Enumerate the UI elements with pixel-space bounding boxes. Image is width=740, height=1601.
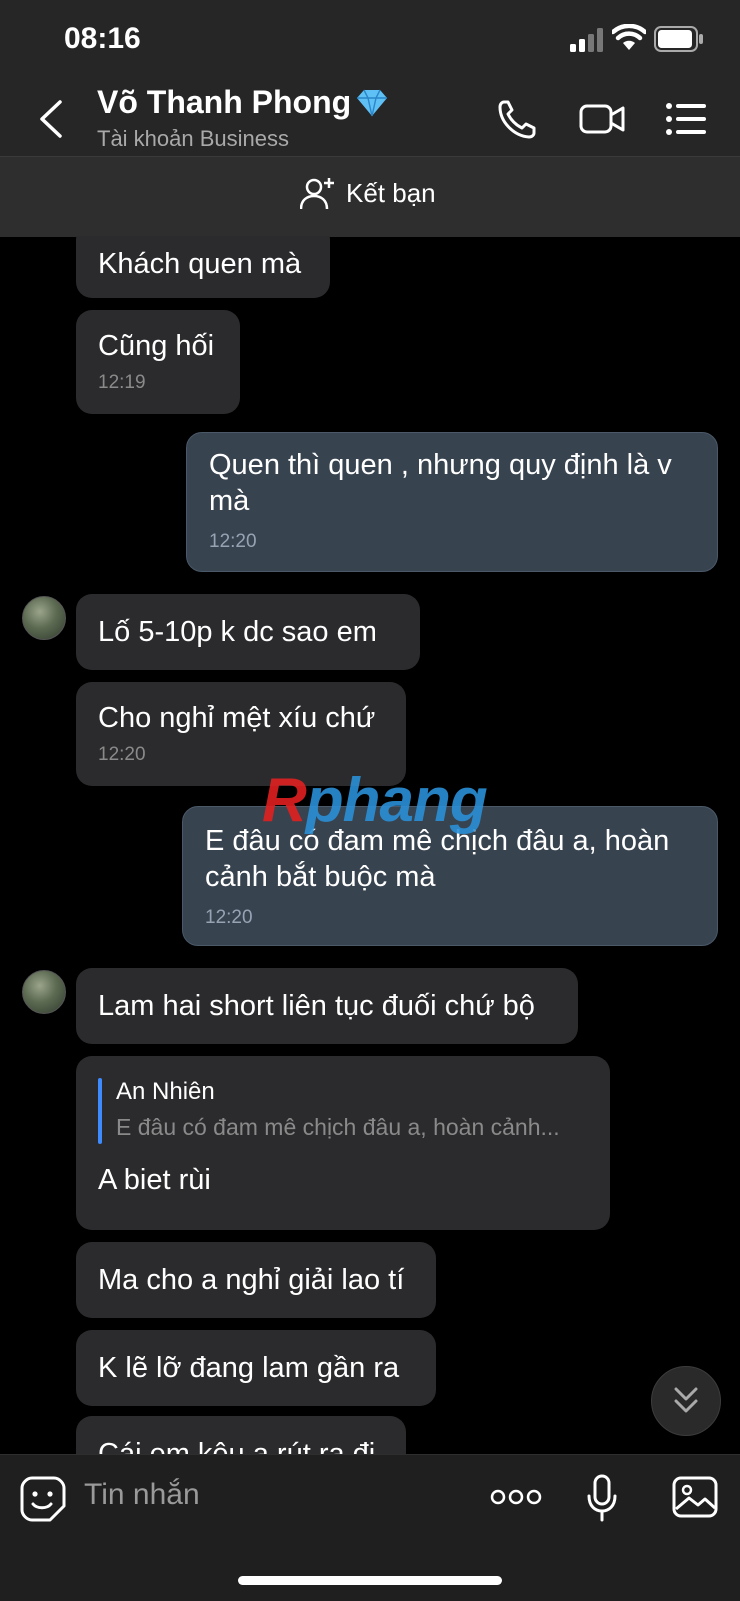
message-bubble[interactable]: Lam hai short liên tục đuối chứ bộ xyxy=(76,968,578,1044)
watermark-logo: Rphang xyxy=(262,766,488,835)
quote-bar xyxy=(98,1078,102,1144)
message-text: Khách quen mà xyxy=(98,248,302,280)
wifi-icon xyxy=(612,24,646,50)
microphone-icon[interactable] xyxy=(586,1474,618,1522)
message-bubble[interactable]: Cũng hối 12:19 xyxy=(76,310,240,414)
more-dots-icon[interactable] xyxy=(490,1486,542,1508)
quoted-sender: An Nhiên xyxy=(116,1078,215,1105)
contact-name[interactable]: Võ Thanh Phong xyxy=(97,84,389,121)
cellular-signal-icon xyxy=(570,28,603,52)
add-user-icon xyxy=(300,178,334,210)
message-text: Quen thì quen , nhưng quy định là v mà xyxy=(209,449,672,517)
emoji-sticker-icon[interactable] xyxy=(20,1476,66,1522)
account-type-label: Tài khoản Business xyxy=(97,126,289,151)
message-text: Ma cho a nghỉ giải lao tí xyxy=(98,1264,405,1296)
message-text: K lẽ lỡ đang lam gần ra xyxy=(98,1352,400,1384)
home-indicator xyxy=(238,1576,502,1585)
avatar[interactable] xyxy=(22,596,66,640)
message-text: Lố 5-10p k dc sao em xyxy=(98,616,377,648)
message-text: Cũng hối xyxy=(98,330,215,362)
message-text: Lam hai short liên tục đuối chứ bộ xyxy=(98,990,535,1022)
message-bubble[interactable]: Ma cho a nghỉ giải lao tí xyxy=(76,1242,436,1318)
double-chevron-down-icon[interactable] xyxy=(651,1366,721,1436)
quoted-text: E đâu có đam mê chịch đâu a, hoàn cảnh..… xyxy=(116,1114,560,1140)
video-camera-icon[interactable] xyxy=(578,94,626,144)
message-time: 12:20 xyxy=(209,531,257,552)
phone-icon[interactable] xyxy=(494,94,542,144)
message-list[interactable]: Khách quen mà Cũng hối 12:19 Quen thì qu… xyxy=(0,236,740,1454)
contact-name-text: Võ Thanh Phong xyxy=(97,84,352,120)
message-time: 12:19 xyxy=(98,372,146,393)
message-bubble[interactable]: Cái em kêu a rút ra đi xyxy=(76,1416,406,1454)
message-input[interactable]: Tin nhắn xyxy=(84,1478,200,1512)
message-time: 12:20 xyxy=(205,907,253,928)
message-text: A biet rùi xyxy=(98,1164,211,1196)
message-bubble[interactable]: Khách quen mà xyxy=(76,236,330,298)
message-bubble[interactable]: Lố 5-10p k dc sao em xyxy=(76,594,420,670)
add-friend-label: Kết bạn xyxy=(346,177,436,208)
list-menu-icon[interactable] xyxy=(664,94,708,144)
avatar[interactable] xyxy=(22,970,66,1014)
message-text: Cho nghỉ mệt xíu chứ xyxy=(98,702,376,734)
diamond-icon xyxy=(357,89,388,116)
reply-message-bubble[interactable]: An Nhiên E đâu có đam mê chịch đâu a, ho… xyxy=(76,1056,610,1230)
back-chevron-icon[interactable] xyxy=(36,98,66,140)
message-bubble-sent[interactable]: Quen thì quen , nhưng quy định là v mà 1… xyxy=(186,432,718,572)
image-gallery-icon[interactable] xyxy=(672,1476,718,1518)
message-text: Cái em kêu a rút ra đi xyxy=(98,1438,376,1454)
battery-icon xyxy=(654,26,703,52)
message-bubble[interactable]: K lẽ lỡ đang lam gần ra xyxy=(76,1330,436,1406)
status-time: 08:16 xyxy=(64,22,141,55)
add-friend-button[interactable]: Kết bạn xyxy=(300,176,436,210)
message-time: 12:20 xyxy=(98,744,146,765)
